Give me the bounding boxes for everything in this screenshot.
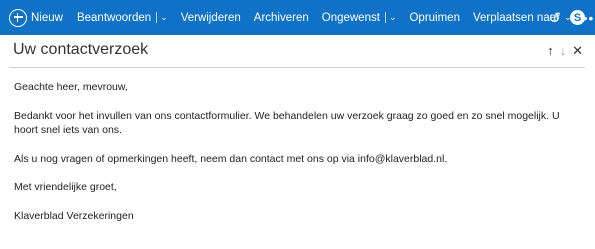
arrow-down-icon[interactable]: ↓ [560, 43, 567, 59]
reply-label: Beantwoorden [76, 11, 152, 24]
archive-button[interactable]: Archiveren [254, 12, 309, 24]
chevron-down-icon[interactable]: ⌄ [160, 12, 168, 23]
header-divider [9, 67, 585, 68]
message-nav: ↑ ↓ ✕ [547, 43, 583, 59]
plus-circle-icon [9, 8, 27, 27]
message-header: Uw contactverzoek ↑ ↓ ✕ [0, 35, 595, 69]
sweep-label: Opruimen [409, 11, 460, 24]
closing-paragraph: Met vriendelijke groet, [14, 181, 117, 193]
command-toolbar: Nieuw Beantwoorden ⌄ Verwijderen Archive… [0, 0, 595, 35]
contact-paragraph: Als u nog vragen of opmerkingen heeft, n… [14, 152, 448, 165]
new-label: Nieuw [31, 11, 63, 24]
body-paragraph: Bedankt voor het invullen van ons contac… [14, 109, 560, 137]
greeting-paragraph: Geachte heer, mevrouw, [14, 81, 128, 93]
junk-button[interactable]: Ongewenst ⌄ [322, 12, 397, 24]
junk-label: Ongewenst [321, 11, 380, 24]
sweep-button[interactable]: Opruimen [409, 12, 460, 24]
skype-icon[interactable]: S [570, 10, 585, 25]
message-subject: Uw contactverzoek [13, 41, 149, 58]
message-body: Geachte heer, mevrouw, Bedankt voor het … [14, 80, 584, 237]
signature: Klaverblad Verzekeringen [14, 209, 134, 222]
chevron-down-icon[interactable]: ⌄ [389, 12, 397, 23]
split-separator [384, 12, 386, 23]
split-separator [156, 12, 158, 23]
arrow-up-icon[interactable]: ↑ [547, 43, 554, 59]
delete-button[interactable]: Verwijderen [181, 12, 241, 24]
new-button[interactable]: Nieuw [9, 8, 63, 27]
move-label: Verplaatsen naar [472, 11, 560, 24]
close-icon[interactable]: ✕ [572, 43, 583, 59]
reply-button[interactable]: Beantwoorden ⌄ [77, 12, 168, 24]
toolbar-right-icons: ↺ S [548, 0, 585, 35]
undo-icon[interactable]: ↺ [548, 9, 561, 27]
archive-label: Archiveren [253, 11, 309, 24]
delete-label: Verwijderen [180, 11, 241, 24]
